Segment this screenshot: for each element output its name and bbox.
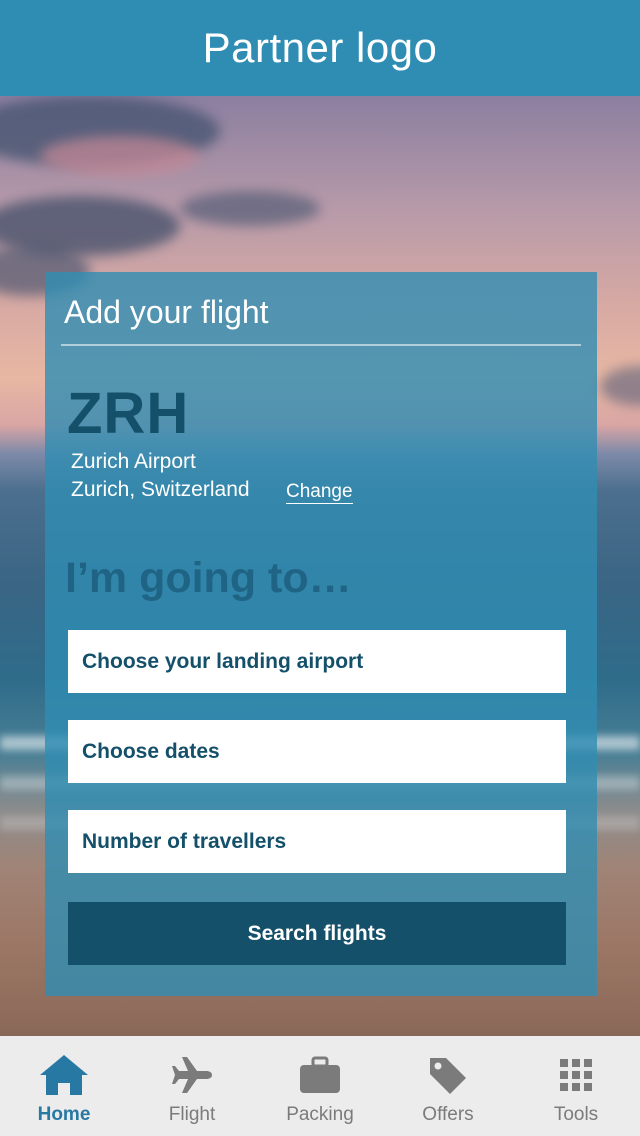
nav-item-offers[interactable]: Offers	[384, 1036, 512, 1136]
bottom-nav: Home Flight Packing Offers Tools	[0, 1036, 640, 1136]
nav-label-packing: Packing	[286, 1104, 354, 1125]
search-flights-button[interactable]: Search flights	[68, 902, 566, 965]
divider	[61, 344, 581, 346]
card-title: Add your flight	[64, 294, 269, 330]
home-icon	[38, 1052, 90, 1098]
travellers-field[interactable]: Number of travellers	[68, 810, 566, 873]
dates-placeholder: Choose dates	[82, 739, 220, 763]
change-origin-link[interactable]: Change	[286, 481, 353, 504]
origin-airport-code: ZRH	[67, 381, 190, 446]
nav-item-home[interactable]: Home	[0, 1036, 128, 1136]
suitcase-icon	[294, 1052, 346, 1098]
landing-airport-placeholder: Choose your landing airport	[82, 649, 364, 673]
nav-item-flight[interactable]: Flight	[128, 1036, 256, 1136]
partner-logo: Partner logo	[202, 24, 438, 71]
origin-airport-name: Zurich Airport	[71, 450, 196, 473]
destination-heading: I’m going to…	[65, 554, 352, 602]
add-flight-card: Add your flight ZRH Zurich Airport Zuric…	[45, 272, 597, 996]
nav-label-offers: Offers	[422, 1104, 474, 1125]
travellers-placeholder: Number of travellers	[82, 829, 287, 853]
app-header: Partner logo	[0, 0, 640, 96]
tag-icon	[422, 1052, 474, 1098]
nav-label-tools: Tools	[553, 1104, 599, 1125]
airplane-icon	[166, 1052, 218, 1098]
nav-item-packing[interactable]: Packing	[256, 1036, 384, 1136]
nav-label-home: Home	[37, 1104, 91, 1125]
grid-icon	[550, 1052, 602, 1098]
landing-airport-field[interactable]: Choose your landing airport	[68, 630, 566, 693]
dates-field[interactable]: Choose dates	[68, 720, 566, 783]
nav-item-tools[interactable]: Tools	[512, 1036, 640, 1136]
origin-airport-city: Zurich, Switzerland	[71, 478, 250, 501]
nav-label-flight: Flight	[168, 1104, 216, 1125]
